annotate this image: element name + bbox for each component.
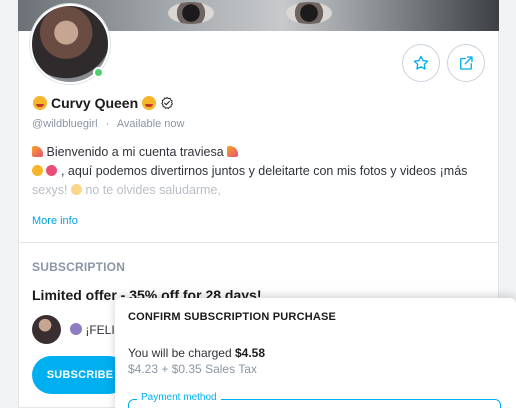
charge-amount: $4.58 <box>234 346 266 360</box>
payment-method-label: Payment method <box>137 392 221 403</box>
profile-page: Curvy Queen @wildbluegirl · Available no… <box>0 0 516 408</box>
charge-summary: You will be charged $4.58 <box>128 346 265 360</box>
tax-breakdown: $4.23 + $0.35 Sales Tax <box>128 362 257 376</box>
modal-title: CONFIRM SUBSCRIPTION PURCHASE <box>128 311 337 323</box>
confirm-purchase-modal: CONFIRM SUBSCRIPTION PURCHASE You will b… <box>115 298 516 408</box>
charge-label: You will be charged <box>128 346 232 360</box>
